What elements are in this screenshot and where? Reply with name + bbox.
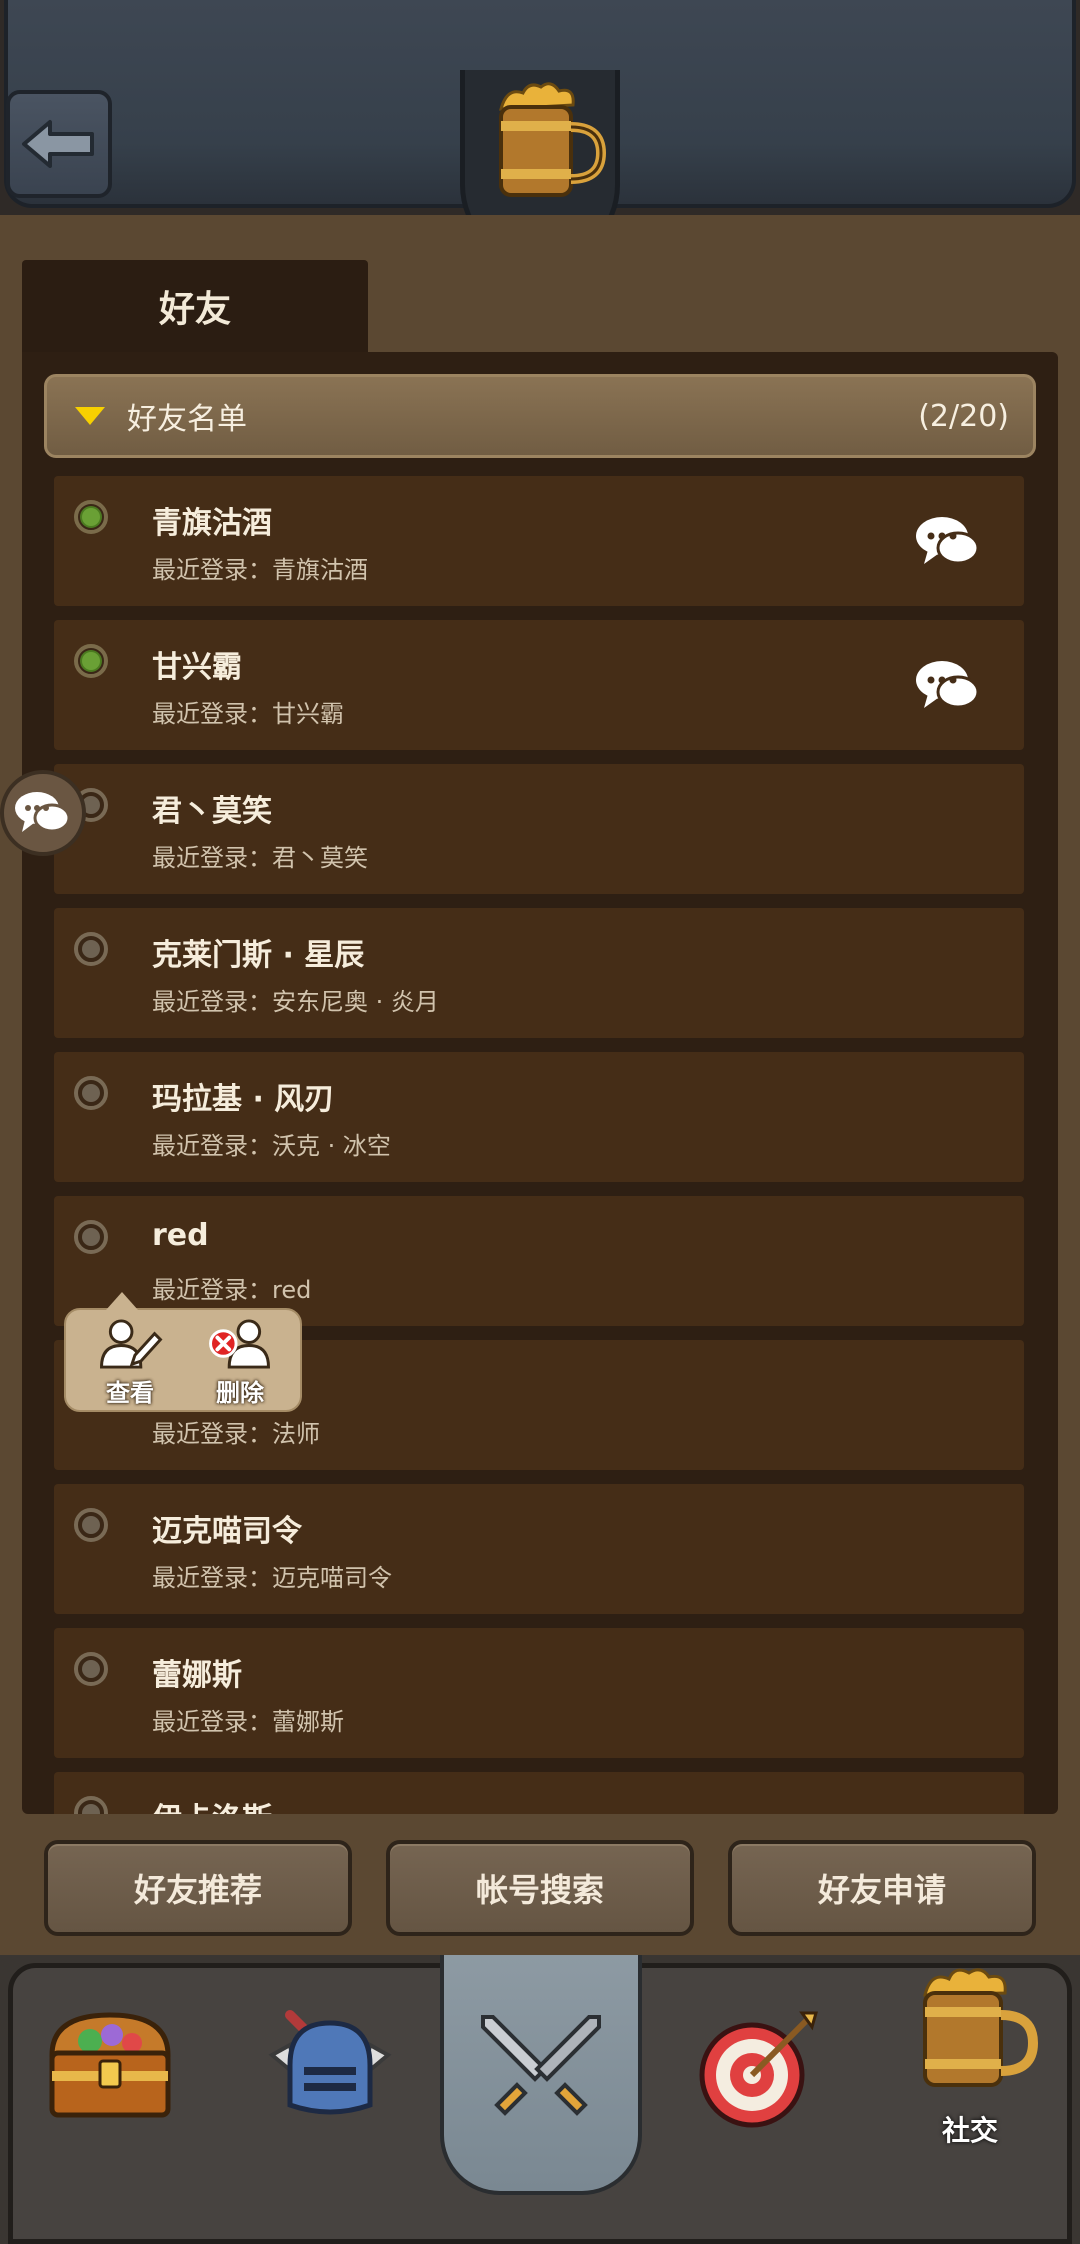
offline-status-icon	[74, 1220, 108, 1254]
friend-requests-label: 好友申请	[817, 1871, 946, 1909]
account-search-label: 帐号搜索	[475, 1871, 604, 1909]
floating-chat-button[interactable]	[0, 770, 86, 856]
offline-status-icon	[74, 1652, 108, 1686]
delete-friend-icon	[209, 1319, 270, 1369]
view-profile-button[interactable]: 查看	[80, 1316, 180, 1408]
nav-item-hero[interactable]	[250, 1995, 410, 2195]
nav-social-label: 社交	[941, 2114, 998, 2147]
friend-name: 君丶莫笑	[152, 794, 272, 829]
friend-context-menu: 查看 删除	[64, 1292, 302, 1412]
friend-last-login: 最近登录：甘兴霸	[152, 700, 344, 728]
friend-last-login: 最近登录：君丶莫笑	[152, 844, 368, 872]
friend-last-login: 最近登录：迈克喵司令	[152, 1564, 392, 1592]
back-button[interactable]	[6, 90, 112, 198]
friend-row[interactable]: red 最近登录：red	[54, 1196, 1024, 1326]
friend-row[interactable]: 甘兴霸 最近登录：甘兴霸	[54, 620, 1024, 750]
friend-name: 青旗沽酒	[152, 506, 272, 541]
friend-requests-button[interactable]: 好友申请	[728, 1840, 1036, 1936]
account-search-button[interactable]: 帐号搜索	[386, 1840, 694, 1936]
delete-friend-button[interactable]: 删除	[190, 1316, 290, 1408]
delete-label: 删除	[216, 1379, 264, 1407]
friend-name: 克莱门斯 · 星辰	[152, 938, 365, 973]
online-status-icon	[74, 644, 108, 678]
nav-item-treasure[interactable]	[30, 1995, 190, 2195]
tab-friends[interactable]: 好友	[22, 260, 368, 352]
friend-last-login: 最近登录：法师	[152, 1420, 320, 1448]
nav-item-battle[interactable]	[461, 1995, 621, 2195]
target-arrows-icon	[699, 2011, 818, 2128]
knight-helmet-icon	[268, 2010, 392, 2115]
friend-row[interactable]: 玛拉基 · 风刃 最近登录：沃克 · 冰空	[54, 1052, 1024, 1182]
chat-bubble-icon[interactable]	[914, 512, 982, 572]
friend-list-frame[interactable]: 好友名单 (2/20) 青旗沽酒 最近登录：青旗沽酒 甘兴霸 最近登录：甘兴霸 …	[22, 352, 1058, 1814]
offline-status-icon	[74, 1508, 108, 1542]
friend-row[interactable]: 君丶莫笑 最近登录：君丶莫笑	[54, 764, 1024, 894]
friend-count: (2/20)	[918, 398, 1009, 434]
friend-row[interactable]: 青旗沽酒 最近登录：青旗沽酒	[54, 476, 1024, 606]
bottom-navigation: 社交	[0, 1955, 1080, 2244]
tab-friends-label: 好友	[158, 289, 231, 330]
group-label: 好友名单	[127, 402, 247, 437]
top-header	[0, 0, 1080, 265]
friend-last-login: 最近登录：沃克 · 冰空	[152, 1132, 391, 1160]
friend-row[interactable]: 蕾娜斯 最近登录：蕾娜斯	[54, 1628, 1024, 1758]
friend-last-login: 最近登录：red	[152, 1276, 312, 1304]
beer-mug-icon	[923, 1968, 1039, 2087]
friend-name: 伊卡洛斯	[152, 1794, 272, 1814]
friend-row[interactable]: 伊卡洛斯	[54, 1772, 1024, 1814]
treasure-chest-icon	[49, 2012, 171, 2118]
friend-recommend-button[interactable]: 好友推荐	[44, 1840, 352, 1936]
friend-name: 迈克喵司令	[152, 1514, 302, 1549]
friend-group-header[interactable]: 好友名单 (2/20)	[44, 374, 1036, 458]
friend-last-login: 最近登录：安东尼奥 · 炎月	[152, 988, 439, 1016]
collapse-triangle-icon	[75, 407, 105, 425]
offline-status-icon	[74, 1076, 108, 1110]
friend-last-login: 最近登录：青旗沽酒	[152, 556, 368, 584]
friend-name: red	[152, 1218, 209, 1253]
back-arrow-icon	[22, 120, 94, 168]
offline-status-icon	[74, 1796, 108, 1814]
friend-recommend-label: 好友推荐	[133, 1871, 262, 1909]
view-label: 查看	[106, 1379, 154, 1407]
friend-name: 玛拉基 · 风刃	[152, 1082, 335, 1117]
nav-item-social[interactable]: 社交	[890, 1955, 1050, 2155]
friend-name: 甘兴霸	[152, 650, 242, 685]
friend-last-login: 最近登录：蕾娜斯	[152, 1708, 344, 1736]
crossed-swords-icon	[481, 2015, 601, 2116]
online-status-icon	[74, 500, 108, 534]
beer-mug-icon	[499, 82, 607, 197]
friend-name: 蕾娜斯	[152, 1658, 242, 1693]
chat-bubble-icon[interactable]	[914, 656, 982, 716]
view-profile-icon	[100, 1319, 163, 1369]
nav-item-quest[interactable]	[680, 1995, 840, 2195]
chat-bubble-icon	[15, 792, 71, 833]
offline-status-icon	[74, 932, 108, 966]
friend-row[interactable]: 迈克喵司令 最近登录：迈克喵司令	[54, 1484, 1024, 1614]
friend-row[interactable]: 克莱门斯 · 星辰 最近登录：安东尼奥 · 炎月	[54, 908, 1024, 1038]
